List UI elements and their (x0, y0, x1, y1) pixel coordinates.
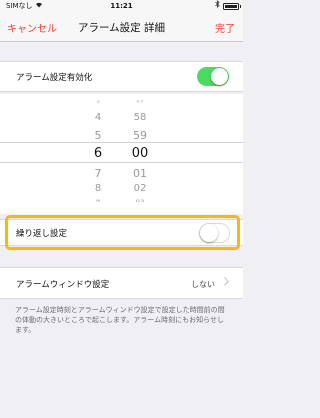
minute-option[interactable]: 59 (125, 129, 155, 142)
status-bar: SIMなし 11:21 (0, 0, 243, 12)
alarm-enable-toggle[interactable] (197, 67, 229, 86)
status-time: 11:21 (110, 2, 133, 10)
minute-option[interactable]: 02 (125, 183, 155, 194)
alarm-window-value: しない (191, 280, 215, 289)
navigation-bar: キャンセル アラーム設定 詳細 完了 (0, 12, 243, 42)
hour-option[interactable]: 5 (83, 129, 113, 142)
minute-option[interactable]: 57 (125, 100, 155, 104)
minute-option[interactable]: 01 (125, 167, 155, 180)
chevron-right-icon (224, 277, 230, 289)
hour-option[interactable]: 4 (83, 112, 113, 123)
hour-option[interactable]: 7 (83, 167, 113, 180)
cancel-button[interactable]: キャンセル (7, 20, 57, 35)
done-button[interactable]: 完了 (215, 20, 235, 35)
bluetooth-icon (215, 0, 220, 12)
hour-option[interactable]: 8 (83, 183, 113, 194)
alarm-enable-cell: アラーム設定有効化 (0, 61, 243, 92)
hour-option[interactable]: 3 (83, 100, 113, 104)
time-picker[interactable]: 3 4 5 6 7 8 9 57 58 59 00 01 02 03 (0, 94, 243, 214)
picker-selection-top-line (0, 142, 243, 143)
alarm-window-label: アラームウィンドウ設定 (16, 280, 110, 290)
hour-selected[interactable]: 6 (83, 146, 113, 161)
hour-option[interactable]: 9 (83, 199, 113, 203)
battery-icon (223, 2, 241, 10)
alarm-enable-label: アラーム設定有効化 (16, 73, 93, 83)
minute-option[interactable]: 03 (125, 199, 155, 203)
picker-selection-bottom-line (0, 162, 243, 163)
minute-selected[interactable]: 00 (125, 146, 155, 161)
repeat-highlight-frame (5, 215, 240, 250)
minute-option[interactable]: 58 (125, 112, 155, 123)
alarm-window-footnote: アラーム設定時刻とアラームウィンドウ設定で設定した時間前の間の体動の大きいところ… (15, 306, 225, 334)
minute-wheel[interactable]: 57 58 59 00 01 02 03 (125, 94, 155, 214)
alarm-window-cell[interactable]: アラームウィンドウ設定 しない (0, 267, 243, 299)
hour-wheel[interactable]: 3 4 5 6 7 8 9 (83, 94, 113, 214)
